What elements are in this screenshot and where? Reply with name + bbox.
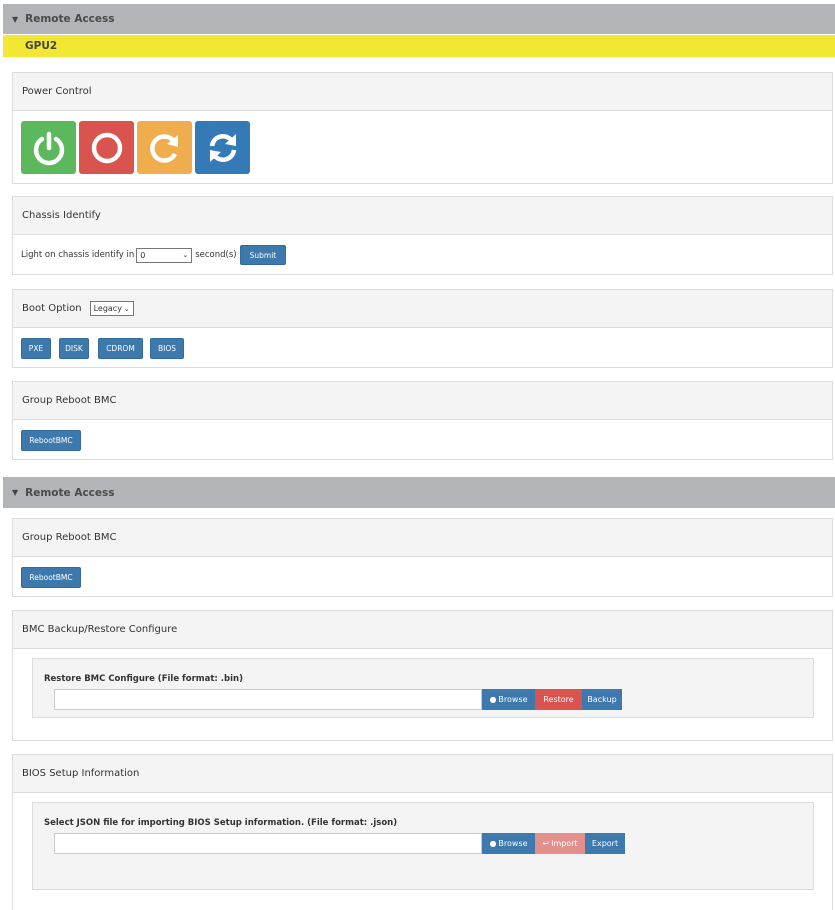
gpu-label-bar: GPU2 — [3, 35, 835, 57]
bios-import-label-text: Import — [551, 839, 578, 848]
chassis-identify-prefix: Light on chassis identify in — [21, 250, 135, 260]
power-control-panel: Power Control — [12, 72, 833, 184]
cycle-icon — [209, 133, 236, 162]
group-reboot-panel-2: Group Reboot BMC — [12, 518, 833, 597]
group-reboot-title-2: Group Reboot BMC — [13, 519, 832, 557]
group-reboot-panel-1: Group Reboot BMC — [12, 381, 833, 460]
chassis-seconds-select[interactable]: 0 ⌄ — [136, 247, 193, 263]
bmc-restore-box: Restore BMC Configure (File format: .bin… — [32, 658, 814, 718]
remote-access-title-2: Remote Access — [25, 486, 115, 499]
reboot-bmc-button-2[interactable]: RebootBMC — [21, 567, 81, 588]
bios-import-label: Select JSON file for importing BIOS Setu… — [44, 818, 398, 828]
boot-mode-value: Legacy — [93, 304, 122, 313]
chassis-identify-row: Light on chassis identify in 0 ⌄ second(… — [21, 245, 287, 265]
bmc-browse-button[interactable]: ● Browse — [482, 689, 535, 710]
collapse-triangle-icon: ▼ — [12, 488, 19, 497]
bios-button-group: ● Browse ↩ Import Export — [482, 833, 625, 854]
boot-mode-select[interactable]: Legacy ⌄ — [89, 301, 134, 316]
collapse-triangle-icon: ▼ — [12, 14, 19, 24]
power-reset-button[interactable] — [137, 121, 192, 174]
bios-browse-button[interactable]: ● Browse — [482, 833, 535, 854]
undo-icon: ↩ — [542, 839, 550, 848]
power-on-button[interactable] — [21, 121, 76, 174]
remote-access-header[interactable]: ▼ Remote Access — [3, 4, 835, 34]
boot-cdrom-button[interactable]: CDROM — [98, 338, 143, 359]
bios-import-box: Select JSON file for importing BIOS Setu… — [32, 802, 814, 890]
submit-button[interactable]: Submit — [239, 245, 287, 265]
bmc-backup-button[interactable]: Backup — [582, 689, 622, 710]
boot-bios-button[interactable]: BIOS — [150, 338, 184, 359]
remote-access-title: Remote Access — [25, 13, 115, 25]
boot-option-header: Boot Option Legacy ⌄ — [13, 290, 832, 328]
boot-option-title: Boot Option — [22, 303, 82, 314]
bios-file-input[interactable] — [54, 833, 482, 854]
bmc-backup-title: BMC Backup/Restore Configure — [13, 611, 832, 649]
bmc-file-input[interactable] — [54, 689, 482, 710]
bios-browse-label: Browse — [498, 839, 528, 848]
power-cycle-button[interactable] — [195, 121, 250, 174]
chassis-seconds-value: 0 — [140, 250, 146, 260]
bmc-browse-label: Browse — [498, 695, 528, 704]
boot-pxe-button[interactable]: PXE — [21, 338, 51, 359]
power-control-title: Power Control — [13, 73, 832, 111]
bios-import-button[interactable]: ↩ Import — [535, 833, 585, 854]
globe-icon: ● — [489, 695, 497, 704]
reset-icon — [149, 133, 178, 163]
boot-buttons-row: PXE DISK CDROM BIOS — [21, 338, 184, 359]
remote-access-header-2[interactable]: ▼ Remote Access — [3, 477, 835, 508]
boot-disk-button[interactable]: DISK — [59, 338, 89, 359]
globe-icon: ● — [489, 839, 497, 848]
chevron-down-icon: ⌄ — [123, 304, 130, 313]
bmc-button-group: ● Browse Restore Backup — [482, 689, 622, 710]
power-off-button[interactable] — [79, 121, 134, 174]
chevron-down-icon: ⌄ — [182, 251, 189, 259]
reboot-bmc-button-1[interactable]: RebootBMC — [21, 430, 81, 451]
chassis-identify-suffix: second(s) — [195, 250, 237, 260]
group-reboot-title-1: Group Reboot BMC — [13, 382, 832, 420]
bios-setup-title: BIOS Setup Information — [13, 755, 832, 793]
gpu-label: GPU2 — [25, 40, 58, 52]
chassis-identify-title: Chassis Identify — [13, 197, 832, 235]
bios-export-button[interactable]: Export — [585, 833, 625, 854]
bmc-restore-button[interactable]: Restore — [535, 689, 582, 710]
power-icon — [33, 131, 64, 165]
bmc-restore-label: Restore BMC Configure (File format: .bin… — [44, 674, 243, 684]
circle-icon — [91, 132, 122, 163]
